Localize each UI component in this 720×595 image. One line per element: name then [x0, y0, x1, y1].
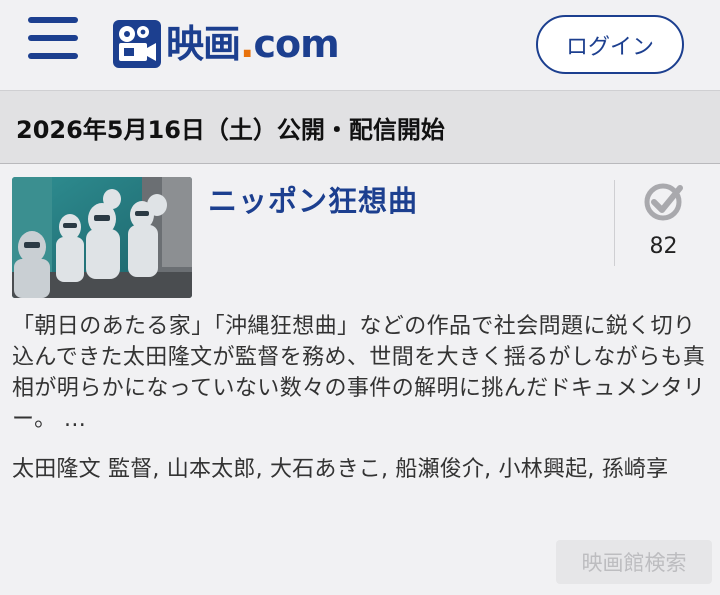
- check-in-button[interactable]: 82: [614, 180, 714, 266]
- movie-title-link[interactable]: ニッポン狂想曲: [208, 178, 418, 220]
- theater-search-button[interactable]: 映画館検索: [556, 540, 712, 584]
- site-header: 映画.com ログイン: [0, 0, 720, 90]
- login-button[interactable]: ログイン: [536, 15, 684, 74]
- hamburger-menu-icon[interactable]: [28, 16, 78, 60]
- check-circle-icon: [644, 183, 683, 221]
- check-count: 82: [649, 234, 678, 259]
- site-logo[interactable]: 映画.com: [112, 18, 340, 70]
- release-date-heading: 2026年5月16日（土）公開・配信開始: [0, 90, 720, 164]
- film-camera-logo-icon: [113, 20, 161, 68]
- movie-poster-image[interactable]: [12, 177, 192, 298]
- logo-text-dot: .: [240, 22, 254, 66]
- logo-text-main: 映画: [166, 22, 241, 66]
- logo-text-tld: com: [253, 22, 339, 66]
- logo-wordmark: 映画.com: [166, 22, 340, 66]
- movie-credits: 太田隆文 監督, 山本太郎, 大石あきこ, 船瀬俊介, 小林興起, 孫崎享: [12, 457, 669, 482]
- movie-list-item: ニッポン狂想曲 82 「朝日のあたる家」「沖縄狂想曲」などの作品で社会問題に鋭く…: [0, 164, 720, 595]
- movie-synopsis: 「朝日のあたる家」「沖縄狂想曲」などの作品で社会問題に鋭く切り込んできた太田隆文…: [12, 314, 706, 432]
